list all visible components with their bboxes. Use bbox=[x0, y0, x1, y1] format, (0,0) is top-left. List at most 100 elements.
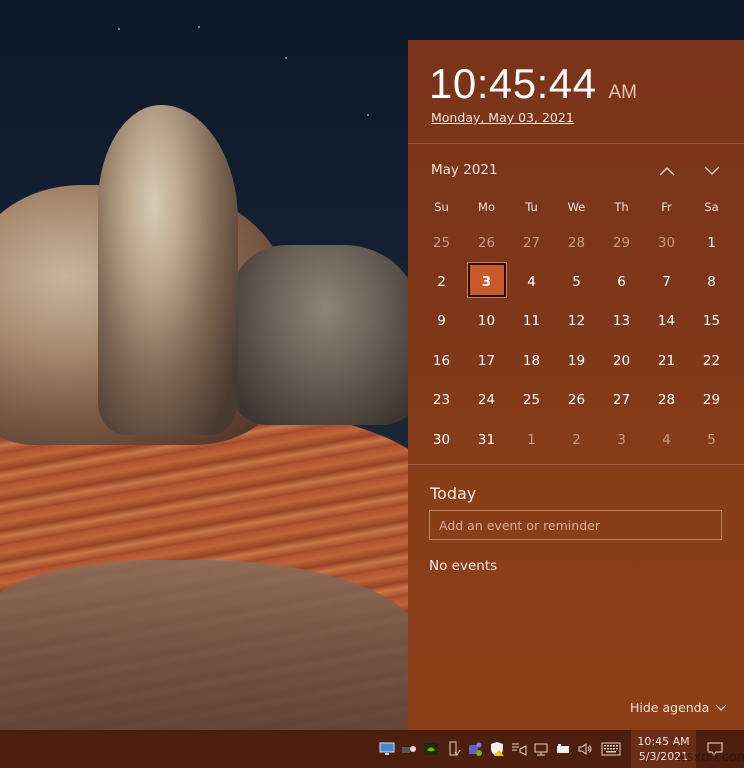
wallpaper-rock bbox=[0, 560, 420, 730]
calendar-day[interactable]: 26 bbox=[464, 223, 509, 262]
calendar-day-number: 20 bbox=[612, 352, 631, 369]
calendar-day-number: 13 bbox=[612, 313, 631, 330]
clock-display: 10:45:44 AM bbox=[429, 60, 637, 108]
calendar-day[interactable]: 5 bbox=[554, 262, 599, 301]
chevron-up-icon bbox=[659, 167, 675, 176]
system-tray bbox=[376, 730, 626, 768]
star bbox=[367, 114, 369, 116]
previous-month-button[interactable] bbox=[653, 158, 681, 184]
calendar-day[interactable]: 26 bbox=[554, 381, 599, 420]
calendar-day[interactable]: 23 bbox=[419, 381, 464, 420]
tray-display[interactable] bbox=[376, 730, 398, 768]
calendar-day[interactable]: 10 bbox=[464, 302, 509, 341]
divider bbox=[408, 464, 744, 465]
calendar-day[interactable]: 30 bbox=[419, 420, 464, 459]
calendar-day[interactable]: 20 bbox=[599, 341, 644, 380]
taskbar-time: 10:45 AM bbox=[637, 735, 690, 748]
calendar-day-number: 26 bbox=[477, 234, 496, 251]
calendar-day[interactable]: 5 bbox=[689, 420, 734, 459]
tray-security[interactable] bbox=[486, 730, 508, 768]
calendar-day[interactable]: 30 bbox=[644, 223, 689, 262]
tray-usb-drive[interactable] bbox=[442, 730, 464, 768]
calendar-day-number: 24 bbox=[477, 392, 496, 409]
calendar-day-number: 7 bbox=[662, 274, 671, 291]
calendar-day[interactable]: 22 bbox=[689, 341, 734, 380]
calendar-day[interactable]: 28 bbox=[554, 223, 599, 262]
divider bbox=[408, 143, 744, 144]
calendar-month-label[interactable]: May 2021 bbox=[431, 162, 498, 178]
calendar-day-number: 30 bbox=[657, 234, 676, 251]
tray-teams[interactable] bbox=[464, 730, 486, 768]
wallpaper-rock bbox=[98, 105, 238, 435]
calendar-day[interactable]: 24 bbox=[464, 381, 509, 420]
tray-network[interactable] bbox=[530, 730, 552, 768]
calendar-day[interactable]: 4 bbox=[644, 420, 689, 459]
calendar-day-number: 3 bbox=[617, 431, 626, 448]
calendar-day-number: 22 bbox=[702, 352, 721, 369]
calendar-day[interactable]: 17 bbox=[464, 341, 509, 380]
calendar-day[interactable]: 7 bbox=[644, 262, 689, 301]
hide-agenda-button[interactable]: Hide agenda bbox=[630, 700, 727, 715]
calendar-day[interactable]: 28 bbox=[644, 381, 689, 420]
network-icon bbox=[534, 743, 548, 756]
calendar-day-number: 5 bbox=[707, 431, 716, 448]
calendar-day[interactable]: 27 bbox=[509, 223, 554, 262]
calendar-day-number: 4 bbox=[662, 431, 671, 448]
calendar-day[interactable]: 4 bbox=[509, 262, 554, 301]
calendar-day-number: 18 bbox=[522, 352, 541, 369]
calendar-day[interactable]: 12 bbox=[554, 302, 599, 341]
touch-keyboard-icon bbox=[601, 742, 621, 756]
calendar-day[interactable]: 8 bbox=[689, 262, 734, 301]
tray-battery[interactable] bbox=[552, 730, 574, 768]
calendar-day[interactable]: 1 bbox=[509, 420, 554, 459]
tray-nvidia[interactable] bbox=[420, 730, 442, 768]
calendar-day[interactable]: 9 bbox=[419, 302, 464, 341]
calendar-day[interactable]: 21 bbox=[644, 341, 689, 380]
camera-device-icon bbox=[402, 746, 416, 753]
star bbox=[198, 26, 200, 28]
calendar-day[interactable]: 13 bbox=[599, 302, 644, 341]
calendar-day[interactable]: 29 bbox=[689, 381, 734, 420]
star bbox=[118, 28, 120, 30]
next-month-button[interactable] bbox=[698, 158, 726, 184]
calendar-day[interactable]: 11 bbox=[509, 302, 554, 341]
calendar-day-number: 29 bbox=[612, 234, 631, 251]
tray-camera-device[interactable] bbox=[398, 730, 420, 768]
chevron-down-icon bbox=[704, 166, 720, 175]
calendar-day[interactable]: 15 bbox=[689, 302, 734, 341]
tray-speech[interactable] bbox=[508, 730, 530, 768]
calendar-day-number: 29 bbox=[702, 392, 721, 409]
calendar-day[interactable]: 29 bbox=[599, 223, 644, 262]
calendar-day[interactable]: 1 bbox=[689, 223, 734, 262]
calendar-day[interactable]: 2 bbox=[554, 420, 599, 459]
calendar-day-number: 17 bbox=[477, 352, 496, 369]
calendar-day[interactable]: 2 bbox=[419, 262, 464, 301]
tray-volume[interactable] bbox=[574, 730, 596, 768]
long-date-link[interactable]: Monday, May 03, 2021 bbox=[431, 110, 574, 125]
calendar-day-number: 28 bbox=[657, 392, 676, 409]
tray-touch-keyboard[interactable] bbox=[596, 730, 626, 768]
calendar-day[interactable]: 25 bbox=[419, 223, 464, 262]
weekday-label: We bbox=[567, 200, 586, 214]
calendar-day-number: 11 bbox=[522, 313, 541, 330]
calendar-day-number: 23 bbox=[432, 392, 451, 409]
taskbar: 10:45 AM 5/3/2021 bbox=[0, 730, 744, 768]
calendar-day[interactable]: 14 bbox=[644, 302, 689, 341]
calendar-day-today[interactable]: 3 bbox=[464, 262, 509, 301]
clock-time: 10:45:44 bbox=[429, 60, 597, 107]
calendar-day-grid: 25 26 27 28 29 30 1 2 3 4 5 6 7 8 9 10 11 12 13 14 15 16 17 18 1… bbox=[419, 223, 734, 459]
calendar-day[interactable]: 3 bbox=[599, 420, 644, 459]
calendar-day[interactable]: 6 bbox=[599, 262, 644, 301]
calendar-day[interactable]: 25 bbox=[509, 381, 554, 420]
calendar-day[interactable]: 31 bbox=[464, 420, 509, 459]
calendar-day[interactable]: 16 bbox=[419, 341, 464, 380]
calendar-day[interactable]: 18 bbox=[509, 341, 554, 380]
calendar-day-number: 5 bbox=[572, 274, 581, 291]
calendar-day-number: 21 bbox=[657, 352, 676, 369]
weekday-header: Su Mo Tu We Th Fr Sa bbox=[419, 200, 734, 214]
calendar-day[interactable]: 27 bbox=[599, 381, 644, 420]
calendar-day[interactable]: 19 bbox=[554, 341, 599, 380]
calendar-day-number: 4 bbox=[527, 274, 536, 291]
calendar-day-number: 6 bbox=[617, 274, 626, 291]
add-event-input[interactable] bbox=[429, 510, 722, 540]
